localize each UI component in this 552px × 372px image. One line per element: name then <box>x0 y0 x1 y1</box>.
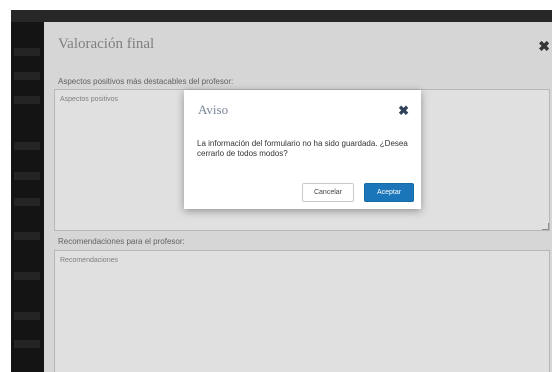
cancel-button[interactable]: Cancelar <box>302 183 354 202</box>
dialog-message: La información del formulario no ha sido… <box>197 139 408 158</box>
accept-button[interactable]: Aceptar <box>364 183 414 202</box>
dialog-title: Aviso <box>198 102 229 117</box>
close-icon[interactable]: ✖ <box>398 103 409 119</box>
warning-dialog: Aviso ✖ La información del formulario no… <box>184 90 421 209</box>
app-window: Valoración final ✖ Aspectos positivos má… <box>11 10 552 372</box>
